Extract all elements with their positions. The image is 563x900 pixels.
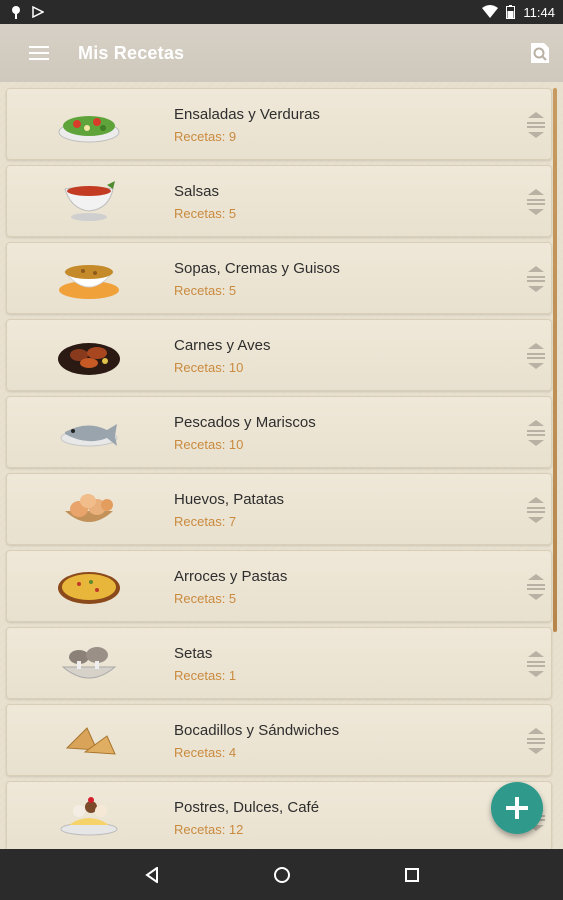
- category-count: Recetas: 10: [174, 437, 244, 452]
- category-name: Setas: [174, 645, 213, 662]
- list-item[interactable]: Carnes y Aves Recetas: 10: [6, 319, 552, 391]
- drag-handle-icon[interactable]: [525, 111, 547, 139]
- category-name: Pescados y Mariscos: [174, 414, 316, 431]
- list-item[interactable]: Pescados y Mariscos Recetas: 10: [6, 396, 552, 468]
- paella-icon: [58, 572, 120, 604]
- status-bar: 11:44: [0, 0, 563, 24]
- meat-dish-icon: [58, 343, 120, 375]
- app-bar: Mis Recetas: [0, 24, 563, 82]
- fish-icon: [60, 424, 118, 447]
- category-count: Recetas: 4: [174, 745, 237, 760]
- dessert-icon: [60, 797, 118, 836]
- category-name: Carnes y Aves: [174, 337, 271, 354]
- eggs-basket-icon: [65, 494, 113, 522]
- back-button[interactable]: [132, 855, 172, 895]
- category-name: Arroces y Pastas: [174, 568, 288, 585]
- drag-handle-icon[interactable]: [525, 188, 547, 216]
- system-navigation-bar: [0, 849, 563, 900]
- category-count: Recetas: 5: [174, 591, 237, 606]
- add-recipe-button[interactable]: [491, 782, 543, 834]
- soup-bowl-icon: [59, 265, 119, 299]
- status-time: 11:44: [523, 4, 555, 20]
- page-title: Mis Recetas: [78, 42, 185, 63]
- search-icon: [531, 43, 549, 63]
- list-item[interactable]: Bocadillos y Sándwiches Recetas: 4: [6, 704, 552, 776]
- recents-button[interactable]: [392, 855, 432, 895]
- category-count: Recetas: 12: [174, 822, 244, 837]
- list-item[interactable]: Ensaladas y Verduras Recetas: 9: [6, 88, 552, 160]
- category-count: Recetas: 10: [174, 360, 244, 375]
- home-circle-icon: [273, 866, 290, 883]
- list-item[interactable]: Sopas, Cremas y Guisos Recetas: 5: [6, 242, 552, 314]
- drag-handle-icon[interactable]: [525, 496, 547, 524]
- category-count: Recetas: 7: [174, 514, 237, 529]
- category-count: Recetas: 5: [174, 283, 237, 298]
- salad-icon: [58, 116, 120, 143]
- list-item[interactable]: Setas Recetas: 1: [6, 627, 552, 699]
- drag-handle-icon[interactable]: [525, 727, 547, 755]
- sandwich-icon: [65, 727, 116, 755]
- list-item[interactable]: Huevos, Patatas Recetas: 7: [6, 473, 552, 545]
- scrollbar[interactable]: [553, 88, 557, 632]
- menu-button[interactable]: [0, 24, 78, 82]
- category-name: Huevos, Patatas: [174, 491, 285, 508]
- list-item[interactable]: Salsas Recetas: 5: [6, 165, 552, 237]
- drag-handle-icon[interactable]: [525, 573, 547, 601]
- wifi-icon: [482, 5, 499, 18]
- category-count: Recetas: 9: [174, 129, 237, 144]
- hamburger-menu-icon: [29, 46, 49, 60]
- drag-handle-icon[interactable]: [525, 650, 547, 678]
- plus-icon: [506, 797, 528, 819]
- drag-handle-icon[interactable]: [525, 342, 547, 370]
- list-item[interactable]: Postres, Dulces, Café Recetas: 12: [6, 781, 552, 849]
- notification-pin-icon: [12, 6, 20, 19]
- mushrooms-icon: [61, 647, 117, 679]
- category-name: Salsas: [174, 183, 220, 200]
- recents-square-icon: [404, 867, 419, 882]
- home-button[interactable]: [262, 855, 302, 895]
- drag-handle-icon[interactable]: [525, 419, 547, 447]
- category-list[interactable]: Ensaladas y Verduras Recetas: 9 Salsas R…: [0, 82, 563, 849]
- drag-handle-icon[interactable]: [525, 265, 547, 293]
- back-triangle-icon: [144, 866, 158, 883]
- battery-icon: [506, 5, 516, 19]
- sauce-boat-icon: [64, 181, 115, 221]
- category-name: Postres, Dulces, Café: [174, 799, 320, 816]
- play-store-icon: [32, 6, 44, 18]
- category-count: Recetas: 1: [174, 668, 237, 683]
- category-count: Recetas: 5: [174, 206, 237, 221]
- category-name: Sopas, Cremas y Guisos: [174, 260, 340, 277]
- category-name: Ensaladas y Verduras: [174, 106, 320, 123]
- list-item[interactable]: Arroces y Pastas Recetas: 5: [6, 550, 552, 622]
- category-name: Bocadillos y Sándwiches: [174, 722, 340, 739]
- search-button[interactable]: [517, 24, 563, 82]
